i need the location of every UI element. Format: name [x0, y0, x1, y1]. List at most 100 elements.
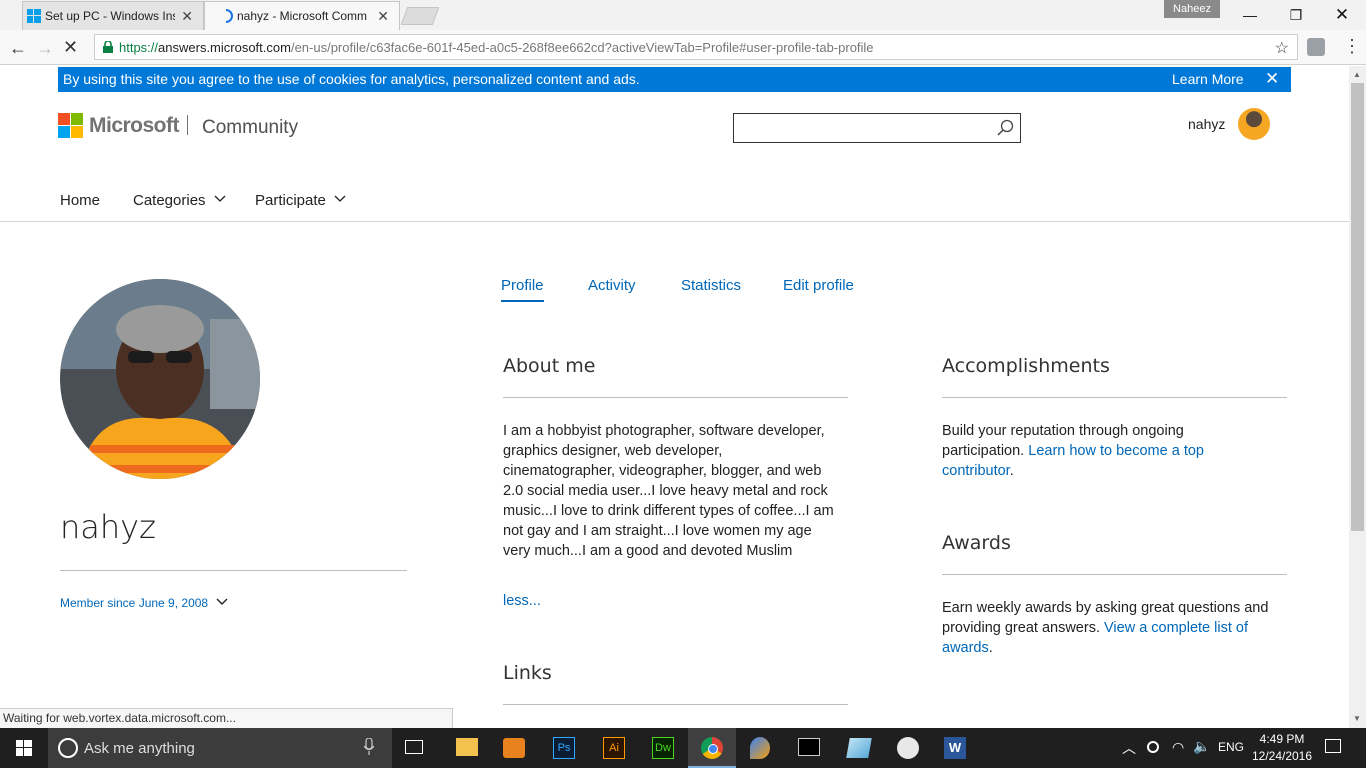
- awards-line-prefix: providing great answers.: [942, 620, 1104, 636]
- close-window-icon[interactable]: ✕: [1319, 0, 1365, 30]
- about-line: music...I love to drink different types …: [503, 503, 834, 519]
- tab-edit-profile[interactable]: Edit profile: [783, 277, 854, 294]
- language-indicator[interactable]: ENG: [1218, 740, 1244, 754]
- community-title[interactable]: Community: [202, 117, 298, 139]
- cortana-placeholder: Ask me anything: [84, 740, 195, 757]
- extension-icon[interactable]: [1307, 38, 1325, 56]
- contributor-link[interactable]: contributor: [942, 463, 1010, 479]
- about-line: I am a hobbyist photographer, software d…: [503, 423, 825, 439]
- illustrator-icon[interactable]: Ai: [603, 737, 625, 759]
- clock-date: 12/24/2016: [1251, 749, 1313, 763]
- accomplishments-line: contributor.: [942, 461, 1204, 481]
- scroll-down-icon[interactable]: ▼: [1353, 714, 1361, 723]
- become-top-contributor-link[interactable]: Learn how to become a top: [1028, 443, 1204, 459]
- nav-participate[interactable]: Participate: [255, 192, 346, 209]
- tab-setup-pc[interactable]: Set up PC - Windows Insi ✕: [22, 1, 204, 30]
- about-heading: About me: [503, 355, 596, 377]
- chrome-menu-icon[interactable]: ⋮: [1343, 36, 1361, 57]
- header-avatar[interactable]: [1238, 108, 1270, 140]
- start-windows-icon[interactable]: [16, 740, 32, 756]
- awards-line-suffix: .: [988, 640, 993, 656]
- awards-text: Earn weekly awards by asking great quest…: [942, 598, 1268, 658]
- close-tab-icon[interactable]: ✕: [181, 8, 193, 25]
- close-tab-icon[interactable]: ✕: [377, 8, 389, 25]
- accomplishments-divider: [942, 397, 1287, 398]
- media-player-icon[interactable]: [503, 738, 525, 758]
- photoshop-icon[interactable]: Ps: [553, 737, 575, 759]
- search-input[interactable]: [733, 113, 1021, 143]
- nav-home[interactable]: Home: [60, 192, 100, 209]
- about-line: graphics designer, web developer,: [503, 443, 723, 459]
- command-prompt-icon[interactable]: [798, 738, 820, 756]
- about-line: 2.0 social media user...I love heavy met…: [503, 483, 828, 499]
- clock[interactable]: 4:49 PM 12/24/2016: [1250, 732, 1314, 763]
- chrome-taskbar-button[interactable]: [688, 728, 736, 768]
- cortana-circle-icon: [58, 738, 78, 758]
- file-explorer-icon[interactable]: [456, 738, 478, 756]
- member-since-toggle[interactable]: Member since June 9, 2008: [60, 596, 228, 610]
- scrollbar-thumb[interactable]: [1351, 83, 1364, 531]
- task-view-icon[interactable]: [405, 740, 423, 754]
- snipping-tool-icon[interactable]: [897, 737, 919, 759]
- about-text: I am a hobbyist photographer, software d…: [503, 421, 834, 561]
- awards-line: awards.: [942, 638, 1268, 658]
- profile-divider: [60, 570, 407, 571]
- tab-profile[interactable]: Profile: [501, 277, 544, 294]
- accomplishments-line: Build your reputation through ongoing: [942, 423, 1184, 439]
- loading-status: Waiting for web.vortex.data.microsoft.co…: [0, 708, 453, 728]
- awards-divider: [942, 574, 1287, 575]
- microsoft-logo-icon[interactable]: [58, 113, 83, 138]
- notepad-icon[interactable]: [846, 738, 872, 758]
- url-path: /en-us/profile/c63fac6e-601f-45ed-a0c5-2…: [290, 39, 874, 55]
- header-username[interactable]: nahyz: [1188, 116, 1225, 132]
- address-bar[interactable]: https://answers.microsoft.com/en-us/prof…: [94, 34, 1298, 60]
- forward-arrow-icon[interactable]: →: [36, 38, 54, 59]
- app-icon-colorful[interactable]: [750, 737, 770, 759]
- search-icon[interactable]: [996, 119, 1014, 137]
- nav-participate-label: Participate: [255, 192, 326, 209]
- chrome-profile-badge[interactable]: Naheez: [1164, 0, 1220, 18]
- dreamweaver-icon[interactable]: Dw: [652, 737, 674, 759]
- chevron-up-icon[interactable]: ︿: [1122, 738, 1136, 758]
- action-center-icon[interactable]: [1325, 739, 1341, 753]
- tab-statistics[interactable]: Statistics: [681, 277, 741, 294]
- awards-heading: Awards: [942, 532, 1011, 554]
- less-link[interactable]: less...: [503, 591, 541, 611]
- tab-nahyz[interactable]: nahyz - Microsoft Comm ✕: [204, 1, 400, 30]
- scroll-up-icon[interactable]: ▲: [1353, 70, 1361, 79]
- windows-taskbar: Ask me anything Ps Ai Dw W ︿ ◠ 🔈 ENG 4:4…: [0, 728, 1366, 768]
- tab-activity[interactable]: Activity: [588, 277, 636, 294]
- learn-more-link[interactable]: Learn More: [1172, 71, 1244, 87]
- new-tab-button[interactable]: [400, 7, 440, 25]
- microsoft-brand[interactable]: Microsoft: [89, 114, 180, 138]
- profile-display-name: nahyz: [60, 508, 156, 546]
- accomplishments-line-prefix: participation.: [942, 443, 1029, 459]
- tab-label: Set up PC - Windows Insi: [45, 9, 175, 23]
- cookie-banner: By using this site you agree to the use …: [58, 67, 1291, 92]
- cortana-search-box[interactable]: Ask me anything: [48, 728, 392, 768]
- location-icon[interactable]: [1147, 741, 1159, 753]
- nav-categories[interactable]: Categories: [133, 192, 226, 209]
- nav-categories-label: Categories: [133, 192, 206, 209]
- bookmark-star-icon[interactable]: ☆: [1275, 38, 1289, 58]
- about-line: very much...I am a good and devoted Musl…: [503, 543, 793, 559]
- loading-spinner-icon: [221, 9, 233, 23]
- volume-icon[interactable]: 🔈: [1193, 738, 1210, 755]
- word-icon[interactable]: W: [944, 737, 966, 759]
- view-awards-link[interactable]: View a complete list of: [1104, 620, 1248, 636]
- accomplishments-line-suffix: .: [1009, 463, 1014, 479]
- awards-link[interactable]: awards: [942, 640, 989, 656]
- close-banner-icon[interactable]: ✕: [1265, 69, 1279, 89]
- cookie-banner-text: By using this site you agree to the use …: [63, 71, 640, 87]
- active-tab-underline: [501, 300, 544, 302]
- stop-loading-icon[interactable]: ✕: [63, 37, 78, 58]
- url-scheme: https://: [119, 39, 159, 55]
- restore-icon[interactable]: ❐: [1273, 0, 1319, 30]
- tab-label: nahyz - Microsoft Comm: [237, 9, 367, 23]
- nav-divider: [0, 221, 1349, 222]
- microphone-icon[interactable]: [364, 738, 374, 756]
- back-arrow-icon[interactable]: ←: [9, 38, 27, 59]
- wifi-icon[interactable]: ◠: [1172, 739, 1184, 756]
- minimize-icon[interactable]: —: [1227, 0, 1273, 30]
- url-host: answers.microsoft.com: [158, 39, 291, 55]
